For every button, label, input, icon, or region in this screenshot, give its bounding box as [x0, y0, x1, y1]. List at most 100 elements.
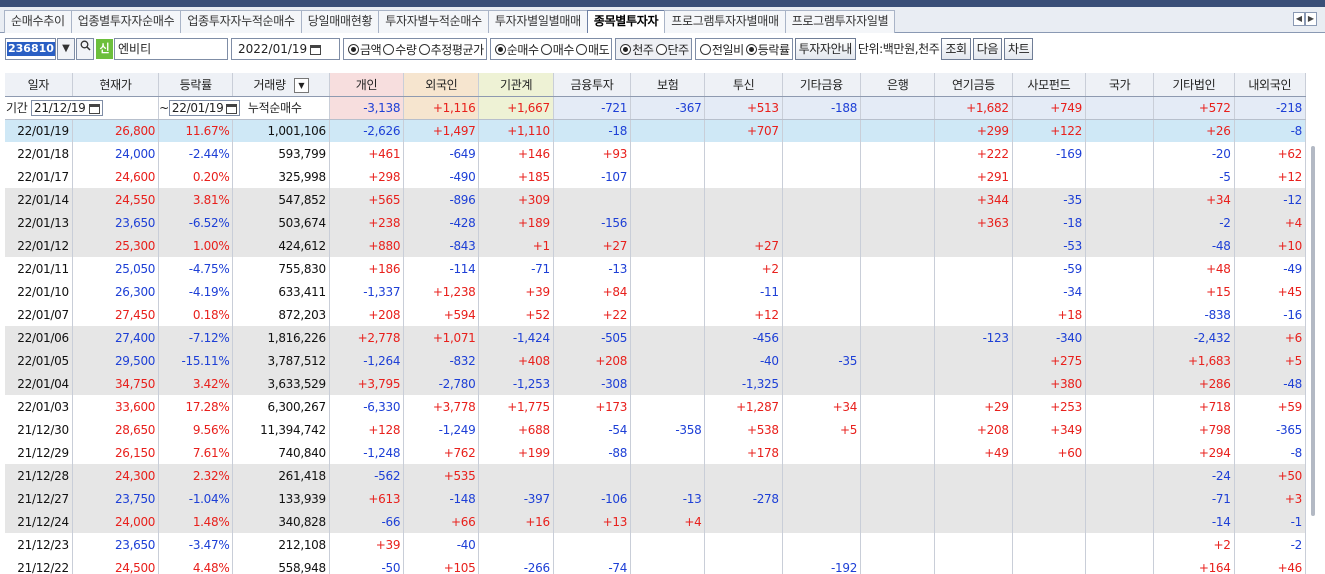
group3-label-0[interactable]: 천주 — [632, 41, 654, 58]
column-header[interactable]: 등락률 — [158, 73, 234, 97]
table-row[interactable]: 21/12/29 26,150 7.61% 740,840 -1,248 +762 +199… — [5, 441, 1307, 464]
next-button[interactable]: 다음 — [972, 38, 1002, 60]
group2-label-2[interactable]: 매도 — [588, 41, 610, 58]
calendar-icon[interactable] — [310, 44, 322, 55]
tab-prev-icon[interactable]: ◀ — [1293, 12, 1305, 26]
column-header[interactable]: 국가 — [1085, 73, 1155, 97]
scrollbar-thumb[interactable] — [1311, 146, 1315, 516]
table-row[interactable]: 22/01/04 34,750 3.42% 3,633,529 +3,795 -2,780… — [5, 372, 1307, 395]
net-buy-cell: +880 — [329, 234, 405, 257]
stock-code-input[interactable]: 236810 — [5, 38, 56, 60]
table-row[interactable]: 22/01/10 26,300 -4.19% 633,411 -1,337 +1,238 +… — [5, 280, 1307, 303]
tab-3[interactable]: 당일매매현황 — [300, 10, 380, 33]
tab-2[interactable]: 업종투자자누적순매수 — [180, 10, 302, 33]
group2-label-1[interactable]: 매수 — [553, 41, 575, 58]
tab-1[interactable]: 업종별투자자순매수 — [70, 10, 182, 33]
investor-guide-button[interactable]: 투자자안내 — [794, 38, 856, 60]
column-header[interactable]: 사모펀드 — [1012, 73, 1086, 97]
group1-radio-2[interactable] — [418, 43, 430, 55]
search-icon[interactable] — [76, 38, 94, 60]
group1-label-2[interactable]: 추정평균가 — [431, 41, 485, 58]
column-header[interactable]: 금융투자 — [553, 73, 632, 97]
column-header[interactable]: 보험 — [630, 73, 706, 97]
table-row[interactable]: 21/12/28 24,300 2.32% 261,418 -562 +535 -24 +50 — [5, 464, 1307, 487]
table-row[interactable]: 22/01/11 25,050 -4.75% 755,830 +186 -114 -71 -1… — [5, 257, 1307, 280]
table-row[interactable]: 21/12/22 24,500 4.48% 558,948 -50 +105 -266 -74… — [5, 556, 1307, 574]
column-header[interactable]: 개인 — [329, 73, 405, 97]
table-row[interactable]: 21/12/24 24,000 1.48% 340,828 -66 +66 +16 +13 +4… — [5, 510, 1307, 533]
group1-label-1[interactable]: 수량 — [395, 41, 417, 58]
chart-button[interactable]: 차트 — [1003, 38, 1034, 60]
column-header[interactable]: 외국인 — [403, 73, 480, 97]
table-row[interactable]: 22/01/07 27,450 0.18% 872,203 +208 +594 +52 +22… — [5, 303, 1307, 326]
table-row[interactable]: 22/01/03 33,600 17.28% 6,300,267 -6,330 +3,77… — [5, 395, 1307, 418]
price-cell: 33,600 — [72, 395, 160, 418]
tab-6[interactable]: 종목별투자자 — [586, 10, 666, 33]
net-buy-cell — [860, 533, 936, 556]
price-cell: 23,650 — [72, 211, 160, 234]
column-header[interactable]: 기관계 — [478, 73, 554, 97]
stock-code-value: 236810 — [7, 42, 55, 56]
table-row[interactable]: 22/01/06 27,400 -7.12% 1,816,226 +2,778 +1,07… — [5, 326, 1307, 349]
sort-dropdown-icon[interactable]: ▼ — [293, 77, 309, 93]
table-row[interactable]: 21/12/23 23,650 -3.47% 212,108 +39 -40 +2 -2 — [5, 533, 1307, 556]
group4-label-1[interactable]: 등락률 — [758, 41, 790, 58]
column-header[interactable]: 은행 — [860, 73, 936, 97]
net-buy-cell: +50 — [1234, 464, 1307, 487]
net-buy-cell — [1085, 464, 1155, 487]
calendar-to-icon[interactable] — [226, 103, 238, 114]
tab-8[interactable]: 프로그램투자자일별 — [784, 10, 896, 33]
table-row[interactable]: 22/01/18 24,000 -2.44% 593,799 +461 -649 +146 +… — [5, 142, 1307, 165]
table-row[interactable]: 21/12/27 23,750 -1.04% 133,939 +613 -148 -397-… — [5, 487, 1307, 510]
group1-radio-1[interactable] — [383, 43, 395, 55]
table-row[interactable]: 22/01/05 29,500 -15.11% 3,787,512 -1,264 -832… — [5, 349, 1307, 372]
group2-radio-2[interactable] — [575, 43, 587, 55]
column-header[interactable]: 거래량 ▼ — [232, 73, 330, 97]
group2-radio-0[interactable] — [494, 43, 506, 55]
table-row[interactable]: 21/12/30 28,650 9.56% 11,394,742 +128 -1,249 +… — [5, 418, 1307, 441]
group4-radio-0[interactable] — [699, 43, 711, 55]
group4-label-0[interactable]: 전일비 — [712, 41, 744, 58]
table-row[interactable]: 22/01/13 23,650 -6.52% 503,674 +238 -428 +189-… — [5, 211, 1307, 234]
cumulative-cell: -721 — [553, 96, 632, 120]
net-buy-cell: +762 — [403, 441, 480, 464]
table-row[interactable]: 22/01/14 24,550 3.81% 547,852 +565 -896 +309 +3… — [5, 188, 1307, 211]
period-to-field[interactable]: 22/01/19 — [168, 100, 241, 116]
net-buy-cell: +275 — [1012, 349, 1086, 372]
group3-radio-0[interactable] — [620, 43, 632, 55]
date-cell: 21/12/22 — [5, 556, 73, 574]
tab-7[interactable]: 프로그램투자자별매매 — [664, 10, 786, 33]
code-dropdown-button[interactable]: ▼ — [57, 38, 75, 60]
column-header[interactable]: 기타금융 — [782, 73, 862, 97]
query-button[interactable]: 조회 — [941, 38, 971, 60]
group2-radio-1[interactable] — [540, 43, 552, 55]
net-buy-cell — [704, 533, 783, 556]
table-row[interactable]: 22/01/17 24,600 0.20% 325,998 +298 -490 +185 -1… — [5, 165, 1307, 188]
group4-radio-1[interactable] — [745, 43, 757, 55]
tab-next-icon[interactable]: ▶ — [1305, 12, 1317, 26]
group3-radio-1[interactable] — [655, 43, 667, 55]
period-from-field[interactable]: 21/12/19 — [31, 100, 103, 116]
column-header[interactable]: 일자 — [5, 73, 73, 97]
vertical-scrollbar[interactable] — [1308, 122, 1320, 542]
price-cell: 26,800 — [72, 119, 160, 142]
column-header[interactable]: 내외국인 — [1234, 73, 1307, 97]
net-buy-cell: +294 — [1153, 441, 1235, 464]
column-header[interactable]: 현재가 — [72, 73, 160, 97]
group1-radio-0[interactable] — [348, 43, 359, 55]
tab-4[interactable]: 투자자별누적순매수 — [378, 10, 489, 33]
group1-label-0[interactable]: 금액 — [360, 41, 382, 58]
group2-label-0[interactable]: 순매수 — [507, 41, 539, 58]
table-row[interactable]: 22/01/19 26,800 11.67% 1,001,106 -2,626 +1,49… — [5, 119, 1307, 142]
column-header[interactable]: 기타법인 — [1153, 73, 1235, 97]
stock-name-field[interactable]: 엔비티 — [114, 38, 228, 60]
cumulative-cell: +749 — [1012, 96, 1086, 120]
tab-0[interactable]: 순매수추이 — [4, 10, 72, 33]
date-field[interactable]: 2022/01/19 — [231, 38, 340, 60]
column-header[interactable]: 연기금등 — [934, 73, 1013, 97]
calendar-from-icon[interactable] — [88, 103, 100, 114]
group3-label-1[interactable]: 단주 — [668, 41, 690, 58]
tab-5[interactable]: 투자자별일별매매 — [487, 10, 588, 33]
column-header[interactable]: 투신 — [704, 73, 783, 97]
table-row[interactable]: 22/01/12 25,300 1.00% 424,612 +880 -843 +1 +27 +… — [5, 234, 1307, 257]
